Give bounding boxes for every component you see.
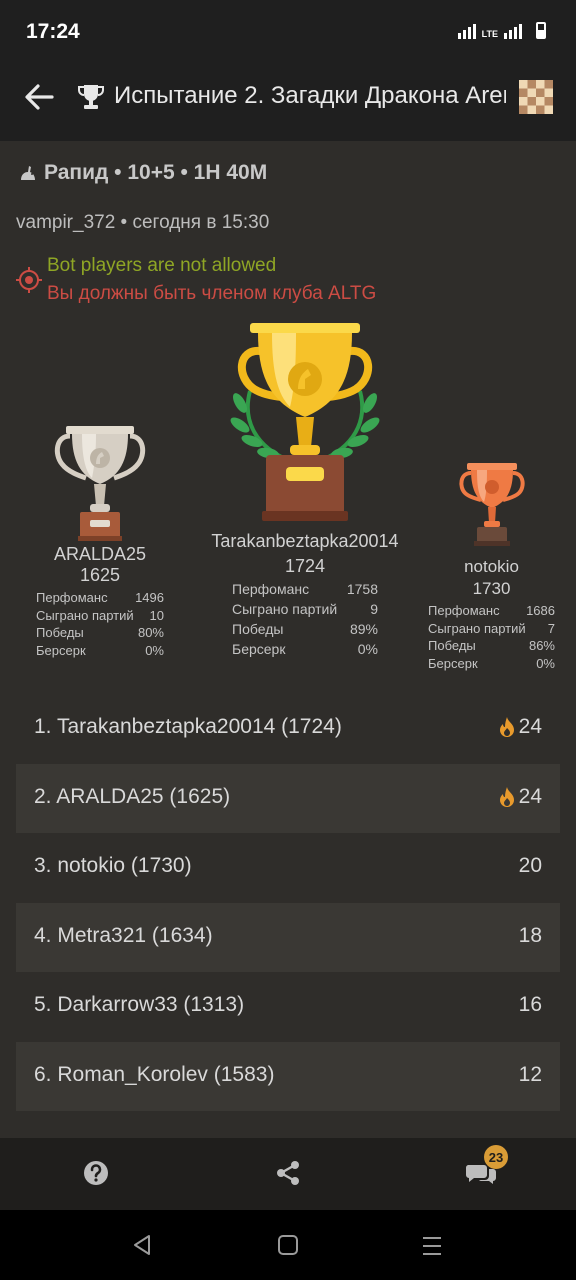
share-icon[interactable] (274, 1159, 302, 1187)
stat-value: 10 (149, 607, 164, 623)
fire-icon (499, 787, 514, 807)
score-value: 20 (518, 854, 542, 877)
player-entry: 5. Darkarrow33 (1313) (34, 993, 245, 1016)
score-value: 16 (518, 993, 542, 1016)
stat-label: Победы (428, 638, 476, 653)
stat-label: Перфоманс (428, 603, 500, 618)
silver-trophy-icon (54, 426, 146, 541)
stat-label: Перфоманс (36, 590, 108, 605)
status-icons: LTE (457, 22, 546, 39)
rabbit-icon (21, 166, 35, 180)
score-value: 24 (518, 785, 542, 808)
score: 24 (498, 715, 542, 739)
tournament-title: Испытание 2. Загадки Дракона Arena (114, 82, 506, 109)
score-value: 24 (518, 715, 542, 738)
podium-stats: Перфоманс 1496 Сыграно партий 10 Победы 80%… (36, 590, 164, 660)
podium-second: ARALDA25 1625 Перфоманс 1496 Сыграно парт… (36, 424, 164, 660)
status-time: 17:24 (26, 20, 80, 43)
podium-third: notokio 1730 Перфоманс 1686 Сыграно парти… (428, 461, 555, 673)
score-value: 12 (518, 1063, 542, 1086)
score: 12 (519, 1063, 542, 1087)
leaderboard-row[interactable]: 1. Tarakanbeztapka20014 (1724) 24 (16, 694, 560, 763)
signal-icon (457, 24, 476, 39)
podium-name[interactable]: Tarakanbeztapka20014 (190, 531, 420, 552)
podium-rating: 1724 (284, 556, 326, 576)
nav-back-icon[interactable] (131, 1234, 153, 1256)
tournament-format: Рапид • 10+5 • 1Н 40М (18, 161, 267, 185)
stat-label: Победы (36, 625, 84, 640)
stat-value: 80% (137, 625, 164, 640)
player-entry: 4. Metra321 (1634) (34, 924, 213, 947)
score-value: 18 (518, 924, 542, 947)
bottom-nav: 23 (0, 1138, 576, 1210)
format-text: Рапид • 10+5 • 1Н 40М (44, 161, 268, 184)
stat-value: 0% (536, 655, 555, 671)
podium-first: Tarakanbeztapka20014 1724 Перфоманс 1758 … (190, 321, 420, 661)
score: 20 (519, 854, 542, 878)
stat-label: Сыграно партий (232, 601, 338, 617)
network-type: LTE (481, 29, 498, 39)
fire-icon (499, 717, 514, 737)
gold-trophy-icon (230, 323, 380, 521)
player-entry: 6. Roman_Korolev (1583) (34, 1063, 275, 1086)
creator-info: vampir_372 • сегодня в 15:30 (16, 212, 270, 233)
status-bar: 17:24 LTE (0, 0, 576, 64)
stat-value: 89% (349, 621, 378, 637)
stat-value: 1496 (135, 590, 164, 605)
leaderboard-row[interactable]: 2. ARALDA25 (1625) 24 (16, 764, 560, 833)
condition-ok: Bot players are not allowed (47, 255, 277, 276)
signal-icon-2 (504, 24, 522, 39)
stat-label: Сыграно партий (428, 620, 526, 636)
stat-value: 1686 (526, 603, 555, 618)
player-entry: 1. Tarakanbeztapka20014 (1724) (34, 715, 342, 738)
system-nav-bar (0, 1210, 576, 1280)
score: 16 (519, 993, 542, 1017)
battery-icon (536, 22, 546, 39)
back-arrow-icon[interactable] (22, 80, 56, 114)
help-icon[interactable] (82, 1159, 110, 1187)
stat-label: Победы (232, 621, 284, 637)
nav-home-icon[interactable] (277, 1234, 299, 1256)
leaderboard-row[interactable]: 5. Darkarrow33 (1313) 16 (16, 972, 560, 1041)
condition-fail: Вы должны быть членом клуба ALTG (47, 283, 377, 304)
leaderboard-row[interactable]: 6. Roman_Korolev (1583) 12 (16, 1042, 560, 1111)
trophy-icon (78, 85, 104, 109)
stat-label: Берсерк (232, 641, 286, 657)
score: 24 (498, 785, 542, 809)
stat-value: 86% (528, 638, 555, 653)
chessboard-icon[interactable] (519, 80, 553, 114)
podium-stats: Перфоманс 1758 Сыграно партий 9 Победы 89% … (232, 581, 378, 661)
podium-stats: Перфоманс 1686 Сыграно партий 7 Победы 86% … (428, 603, 555, 673)
target-icon (16, 267, 42, 293)
chat-badge: 23 (484, 1145, 508, 1169)
score: 18 (519, 924, 542, 948)
stat-label: Берсерк (428, 655, 478, 671)
leaderboard-row[interactable]: 4. Metra321 (1634) 18 (16, 903, 560, 972)
app-bar: Испытание 2. Загадки Дракона Arena (0, 64, 576, 141)
leaderboard-row[interactable]: 3. notokio (1730) 20 (16, 833, 560, 902)
podium-name[interactable]: ARALDA25 (36, 544, 164, 565)
podium-rating: 1730 (472, 579, 511, 598)
stat-label: Сыграно партий (36, 607, 134, 623)
stat-value: 0% (357, 641, 378, 657)
stat-value: 1758 (346, 581, 378, 597)
podium-name[interactable]: notokio (428, 557, 555, 577)
player-entry: 3. notokio (1730) (34, 854, 192, 877)
player-entry: 2. ARALDA25 (1625) (34, 785, 231, 808)
stat-value: 9 (370, 601, 378, 617)
stat-label: Перфоманс (232, 581, 310, 597)
stat-value: 0% (145, 642, 164, 658)
stat-label: Берсерк (36, 642, 86, 658)
nav-menu-icon[interactable] (421, 1235, 443, 1257)
bronze-trophy-icon (458, 463, 525, 546)
stat-value: 7 (547, 620, 555, 636)
podium-rating: 1625 (79, 565, 121, 585)
